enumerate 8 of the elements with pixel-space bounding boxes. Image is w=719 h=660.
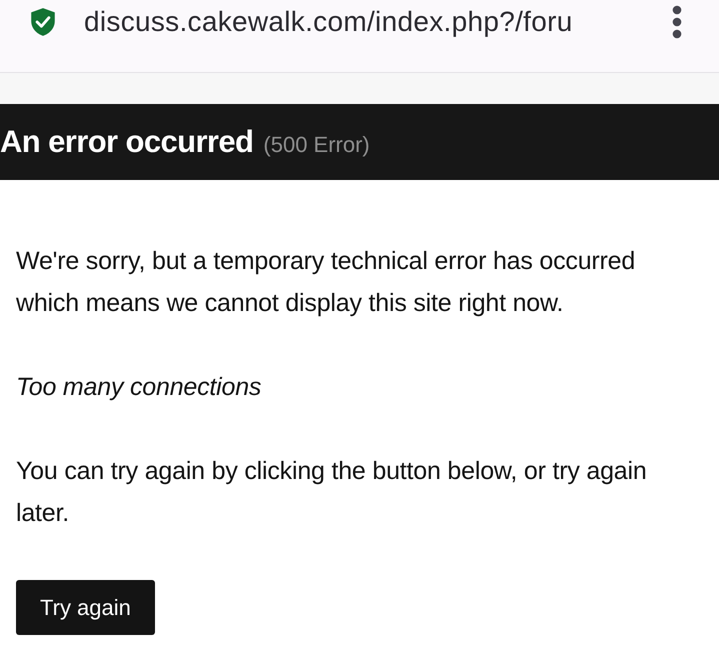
- error-title: An error occurred: [0, 124, 254, 160]
- message-paragraph: You can try again by clicking the button below, or try again later.: [16, 456, 648, 529]
- message-paragraph: We're sorry, but a temporary technical error has occurred which means we cannot display this site right now.: [16, 246, 636, 319]
- try-again-button[interactable]: Try again: [16, 580, 155, 635]
- error-detail: Too many connections: [16, 372, 262, 403]
- error-code: (500 Error): [263, 132, 370, 158]
- menu-icon[interactable]: [672, 5, 682, 39]
- url-text[interactable]: discuss.cakewalk.com/index.php?/foru: [84, 6, 573, 37]
